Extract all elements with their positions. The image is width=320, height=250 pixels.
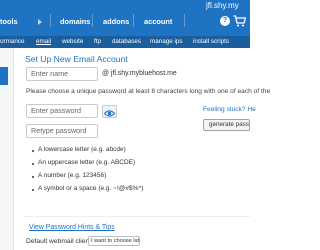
bullet [32, 150, 34, 152]
subnav-performance[interactable]: ormance [0, 38, 25, 45]
retype-password-input[interactable]: Retype password [26, 124, 98, 138]
subnav-email[interactable]: email [36, 38, 51, 45]
nav-domains[interactable]: domains [60, 17, 90, 26]
arrow-right-icon [38, 19, 42, 25]
requirement-uppercase: An uppercase letter (e.g. ABCDE) [38, 159, 136, 166]
show-password-button[interactable] [102, 105, 117, 118]
webmail-client-label: Default webmail client [26, 238, 92, 245]
cart-icon[interactable] [233, 15, 246, 27]
webmail-client-select[interactable]: I want to choose later [88, 236, 140, 246]
email-domain-suffix: @ jfl.shy.mybluehost.me [102, 70, 177, 77]
requirement-symbol: A symbol or a space (e.g. ~!@#$%^) [38, 185, 144, 192]
bullet [32, 189, 34, 191]
nav-divider [50, 14, 51, 27]
page-title: Set Up New Email Account [25, 54, 128, 64]
email-name-input[interactable]: Enter name [26, 67, 98, 81]
top-navigation-bar: tools domains addons account jfl.shy.my … [0, 0, 250, 36]
subnav-website[interactable]: website [62, 38, 83, 45]
subnav-databases[interactable]: databases [112, 38, 141, 45]
nav-account[interactable]: account [144, 17, 172, 26]
subnav-manage-ips[interactable]: manage ips [150, 38, 183, 45]
subnav-ftp[interactable]: ftp [94, 38, 101, 45]
nav-addons[interactable]: addons [103, 17, 129, 26]
eye-icon [103, 110, 116, 117]
generate-password-button[interactable]: generate passw [203, 119, 250, 131]
sidebar-active-indicator[interactable] [0, 67, 8, 85]
password-input[interactable]: Enter password [26, 104, 98, 118]
password-notice: Please choose a unique password at least… [26, 88, 271, 95]
password-hints-link[interactable]: View Password Hints & Tips [29, 224, 115, 231]
subnav-install-scripts[interactable]: install scripts [193, 38, 229, 45]
sub-navigation-bar: ormance email website ftp databases mana… [0, 36, 250, 48]
nav-divider [184, 14, 185, 27]
nav-tools[interactable]: tools [0, 17, 18, 26]
account-domain: jfl.shy.my [206, 1, 239, 10]
nav-divider [133, 14, 134, 27]
feeling-stuck-link[interactable]: Feeling stuck? He [203, 106, 256, 113]
nav-divider [92, 14, 93, 27]
bullet [32, 176, 34, 178]
help-icon[interactable]: ? [220, 16, 230, 26]
bullet [32, 163, 34, 165]
requirement-number: A number (e.g. 123456) [38, 172, 107, 179]
section-divider [24, 216, 250, 217]
requirement-lowercase: A lowercase letter (e.g. abcde) [38, 146, 126, 153]
